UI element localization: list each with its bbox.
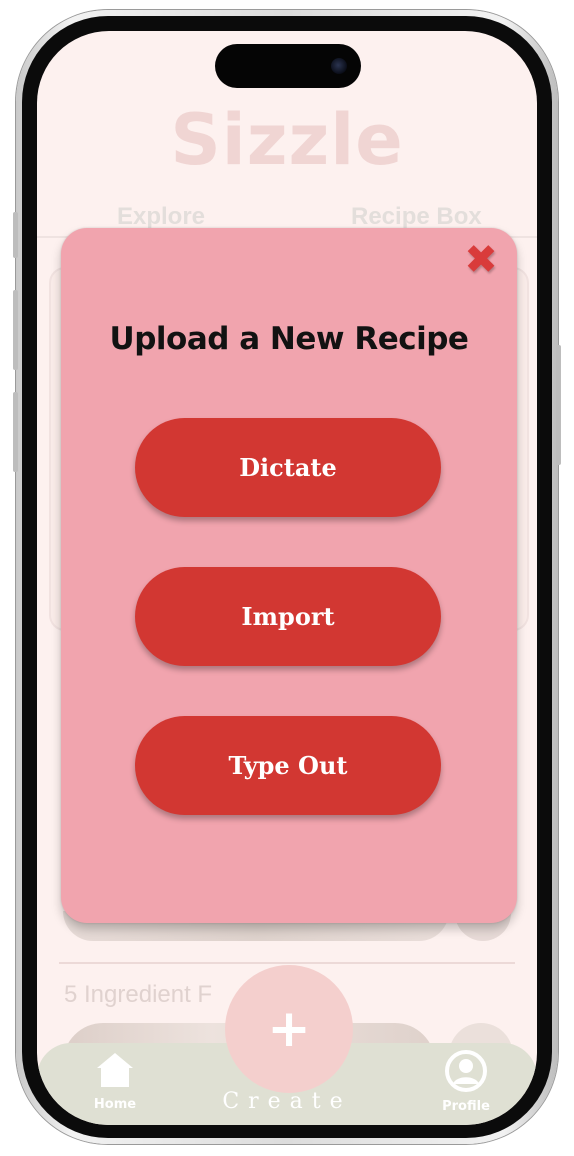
volume-up-button [13, 290, 18, 370]
volume-down-button [13, 392, 18, 472]
profile-icon [445, 1050, 487, 1092]
tab-recipe-box[interactable]: Recipe Box [351, 203, 482, 231]
nav-profile[interactable]: Profile [426, 1049, 506, 1114]
section-divider [59, 962, 515, 964]
home-icon [97, 1053, 133, 1087]
section-title: 5 Ingredient F [64, 981, 213, 1008]
app-screen: Sizzle Explore Recipe Box 5 Ingredient F… [37, 31, 537, 1125]
tab-explore[interactable]: Explore [117, 203, 205, 231]
nav-profile-label: Profile [442, 1099, 490, 1114]
mute-switch [13, 212, 18, 258]
type-out-button[interactable]: Type Out [135, 716, 441, 815]
power-button [556, 345, 561, 465]
app-title: Sizzle [170, 99, 404, 181]
import-button[interactable]: Import [135, 567, 441, 666]
close-icon[interactable]: ✖ [463, 240, 499, 280]
dictate-button[interactable]: Dictate [135, 418, 441, 517]
upload-recipe-modal: ✖ Upload a New Recipe Dictate Import Typ… [61, 228, 517, 923]
dynamic-island [215, 44, 361, 88]
camera-icon [331, 58, 347, 74]
modal-title: Upload a New Recipe [109, 321, 469, 357]
create-button[interactable]: + [225, 965, 353, 1093]
